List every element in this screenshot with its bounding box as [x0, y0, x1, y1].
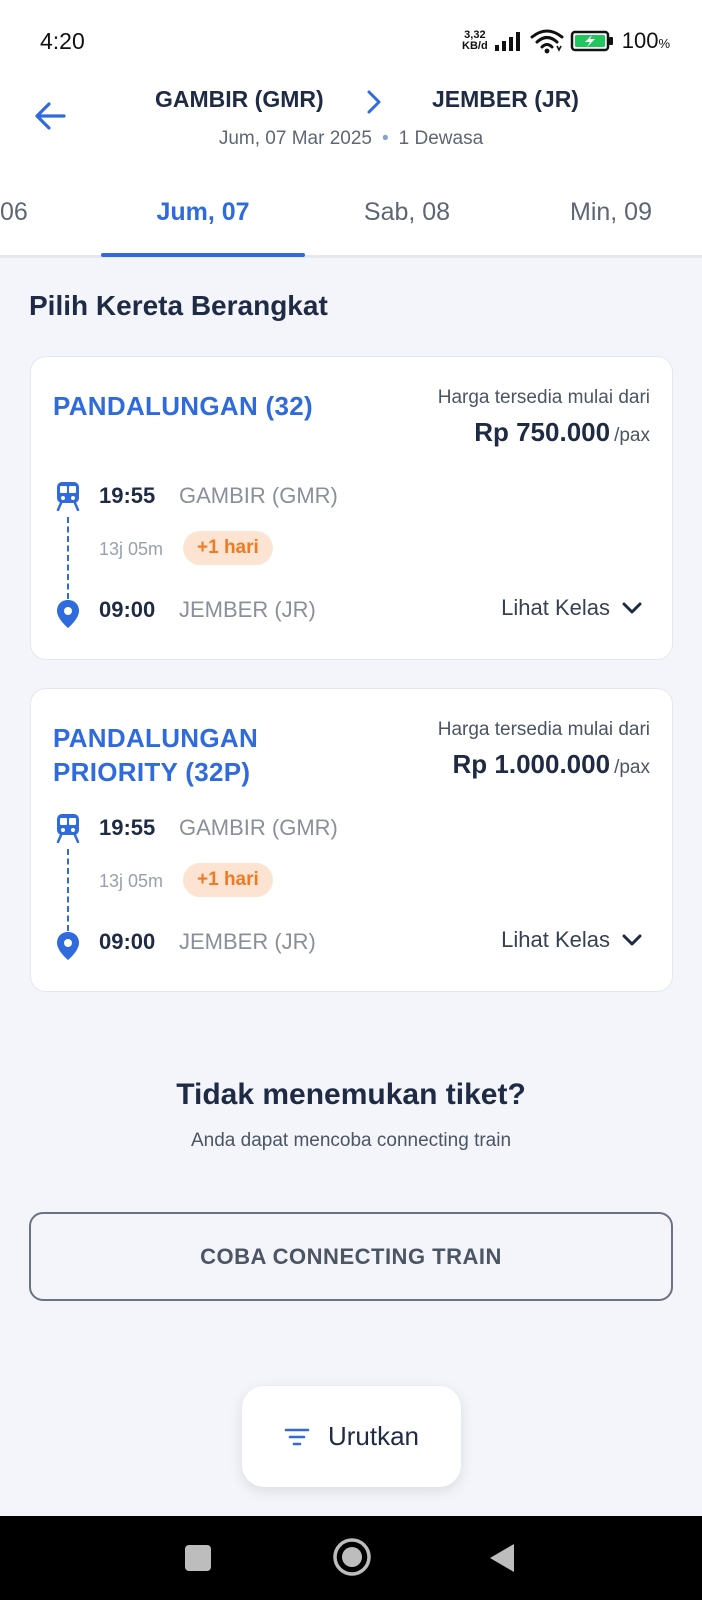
location-pin-icon	[57, 600, 79, 628]
not-found-subtitle: Anda dapat mencoba connecting train	[190, 1130, 512, 1151]
status-icons: 3,32 KB/d 100%	[462, 26, 670, 56]
price-unit: /pax	[614, 425, 650, 446]
home-button[interactable]	[331, 1536, 373, 1578]
train-icon	[56, 482, 80, 511]
date-tab-active[interactable]: Jum, 07	[101, 198, 305, 227]
destination-station: JEMBER (JR)	[432, 86, 579, 112]
train-name: PANDALUNGAN (32)	[53, 391, 313, 421]
battery-percent: 100%	[622, 28, 670, 54]
sort-button[interactable]: Urutkan	[242, 1386, 461, 1487]
duration: 13j 05m	[99, 871, 164, 891]
sort-label: Urutkan	[327, 1421, 420, 1451]
price: Rp 750.000/pax	[474, 417, 650, 448]
train-card[interactable]: PANDALUNGAN PRIORITY (32P) Harga tersedi…	[30, 688, 673, 992]
status-time: 4:20	[40, 28, 85, 54]
train-icon	[56, 814, 80, 843]
train-card[interactable]: PANDALUNGAN (32) Harga tersedia mulai da…	[30, 356, 673, 660]
arrival-station: JEMBER (JR)	[179, 597, 316, 622]
route-header: GAMBIR (GMR) JEMBER (JR)	[0, 84, 702, 124]
price-label: Harga tersedia mulai dari	[437, 387, 650, 408]
travel-date: Jum, 07 Mar 2025	[218, 128, 372, 149]
route-line	[67, 517, 69, 599]
system-back-button[interactable]	[488, 1542, 516, 1574]
duration: 13j 05m	[99, 539, 164, 559]
route-line	[67, 849, 69, 931]
trip-info: Jum, 07 Mar 2025 • 1 Dewasa	[0, 128, 702, 150]
network-speed-unit: KB/d	[462, 40, 488, 52]
arrival-time: 09:00	[99, 929, 156, 954]
battery-percent-value: 100	[621, 28, 659, 53]
date-tab-prev[interactable]: n, 06	[0, 198, 102, 227]
next-day-badge: +1 hari	[183, 863, 273, 897]
battery-icon	[570, 30, 613, 52]
arrival-station: JEMBER (JR)	[179, 929, 316, 954]
departure-time: 19:55	[99, 483, 156, 508]
see-class-label: Lihat Kelas	[501, 595, 610, 620]
date-tab-next[interactable]: Sab, 08	[305, 198, 509, 227]
train-name: PANDALUNGAN PRIORITY (32P)	[53, 723, 259, 787]
signal-icon	[494, 32, 520, 51]
arrival-time: 09:00	[99, 597, 156, 622]
departure-station: GAMBIR (GMR)	[179, 815, 338, 840]
not-found-title: Tidak menemukan tiket?	[176, 1078, 526, 1111]
see-class-button[interactable]: Lihat Kelas	[501, 595, 642, 621]
system-nav-bar	[0, 1516, 702, 1600]
info-separator: •	[381, 128, 389, 149]
passenger-count: 1 Dewasa	[398, 128, 484, 149]
battery-percent-symbol: %	[658, 36, 670, 51]
top-header-area: 4:20 3,32 KB/d 100% GAMBIR (GMR) JEMBER …	[0, 0, 702, 258]
price-amount: Rp 1.000.000	[452, 749, 611, 779]
origin-station: GAMBIR (GMR)	[155, 86, 324, 112]
active-tab-indicator	[101, 253, 305, 257]
see-class-label: Lihat Kelas	[501, 927, 610, 952]
wifi-icon	[530, 29, 564, 54]
network-speed: 3,32 KB/d	[462, 30, 488, 52]
chevron-right-icon	[367, 90, 381, 114]
price-unit: /pax	[614, 757, 650, 778]
recent-apps-button[interactable]	[185, 1545, 211, 1571]
see-class-button[interactable]: Lihat Kelas	[501, 927, 642, 953]
departure-time: 19:55	[99, 815, 156, 840]
location-pin-icon	[57, 932, 79, 960]
next-day-badge: +1 hari	[183, 531, 273, 565]
chevron-down-icon	[622, 934, 642, 946]
chevron-down-icon	[622, 602, 642, 614]
date-tab-next-2[interactable]: Min, 09	[509, 198, 702, 227]
status-bar: 4:20 3,32 KB/d 100%	[0, 0, 702, 84]
price-amount: Rp 750.000	[474, 417, 611, 447]
departure-station: GAMBIR (GMR)	[179, 483, 338, 508]
section-title: Pilih Kereta Berangkat	[29, 290, 328, 321]
connecting-train-button[interactable]: COBA CONNECTING TRAIN	[29, 1212, 673, 1301]
sort-filter-icon	[284, 1428, 310, 1445]
date-tabs: n, 06 Jum, 07 Sab, 08 Min, 09	[0, 180, 702, 258]
price-label: Harga tersedia mulai dari	[437, 719, 650, 740]
price: Rp 1.000.000/pax	[453, 749, 650, 780]
